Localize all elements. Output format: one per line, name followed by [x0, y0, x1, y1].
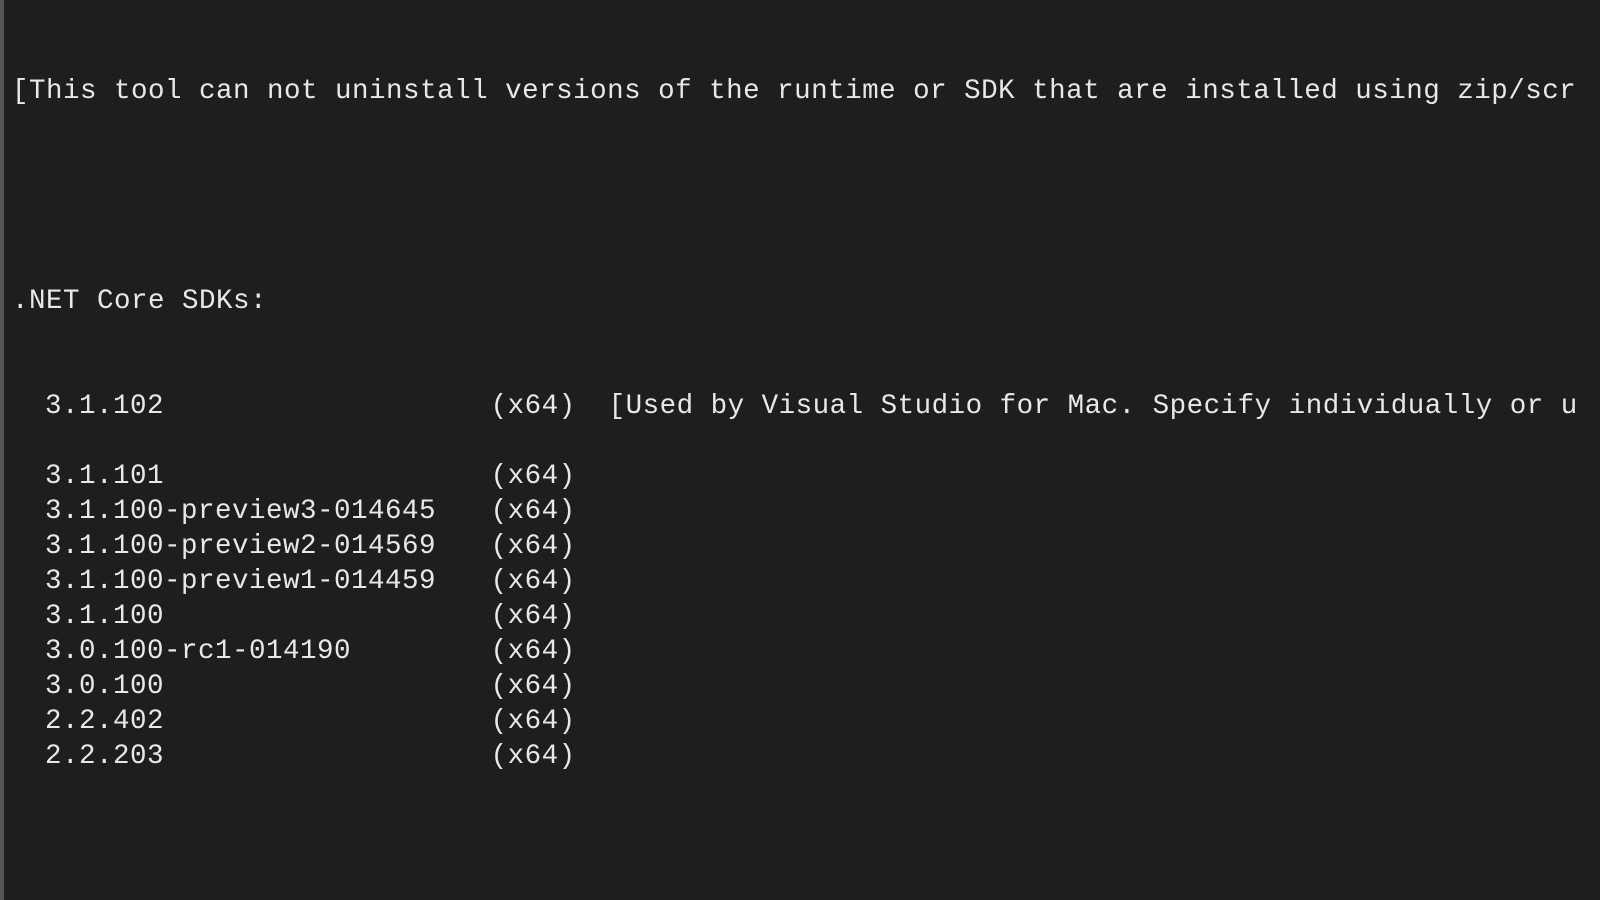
sdk-arch: (x64) [491, 564, 576, 599]
sdk-list: 3.1.102(x64)[Used by Visual Studio for M… [12, 389, 1600, 774]
blank-line [12, 179, 1600, 214]
sdk-version: 3.0.100 [45, 669, 491, 704]
sdk-arch: (x64) [491, 599, 576, 634]
sdk-version: 3.1.100-preview2-014569 [45, 529, 491, 564]
sdk-arch: (x64) [491, 669, 576, 704]
sdk-arch: (x64) [491, 739, 576, 774]
sdk-note: [Used by Visual Studio for Mac. Specify … [576, 389, 1578, 424]
sdk-version: 3.1.100 [45, 599, 491, 634]
sdk-arch: (x64) [491, 704, 576, 739]
sdk-version: 3.1.100-preview3-014645 [45, 494, 491, 529]
sdk-row: 2.2.203(x64) [12, 739, 1600, 774]
sdk-row: 3.1.102(x64)[Used by Visual Studio for M… [12, 389, 1600, 424]
sdk-version: 2.2.203 [45, 739, 491, 774]
sdk-row: 3.0.100(x64) [12, 669, 1600, 704]
sdk-arch: (x64) [491, 389, 576, 424]
warning-line: [This tool can not uninstall versions of… [12, 74, 1600, 109]
sdk-version: 3.0.100-rc1-014190 [45, 634, 491, 669]
sdk-row: 2.2.402(x64) [12, 704, 1600, 739]
terminal-output[interactable]: [This tool can not uninstall versions of… [4, 0, 1600, 900]
sdk-arch: (x64) [491, 634, 576, 669]
sdk-arch: (x64) [491, 494, 576, 529]
sdk-row: 3.1.101(x64) [12, 459, 1600, 494]
sdk-version: 2.2.402 [45, 704, 491, 739]
sdk-version: 3.1.102 [45, 389, 491, 424]
sdk-version: 3.1.100-preview1-014459 [45, 564, 491, 599]
sdk-row: 3.1.100-preview2-014569(x64) [12, 529, 1600, 564]
sdk-row: 3.1.100(x64) [12, 599, 1600, 634]
sdk-version: 3.1.101 [45, 459, 491, 494]
sdk-row [12, 424, 1600, 459]
sdk-header: .NET Core SDKs: [12, 284, 1600, 319]
blank-line [12, 844, 1600, 879]
sdk-row: 3.1.100-preview1-014459(x64) [12, 564, 1600, 599]
sdk-row: 3.1.100-preview3-014645(x64) [12, 494, 1600, 529]
sdk-arch: (x64) [491, 529, 576, 564]
sdk-row: 3.0.100-rc1-014190(x64) [12, 634, 1600, 669]
sdk-arch: (x64) [491, 459, 576, 494]
